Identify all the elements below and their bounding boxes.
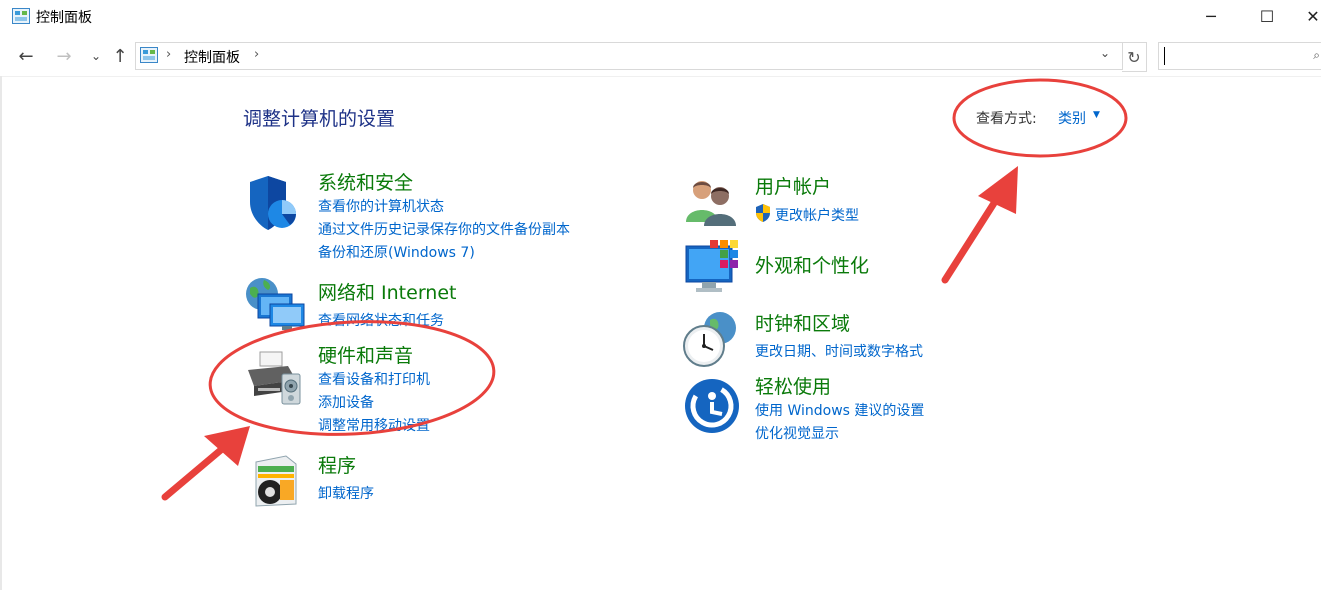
category-title-appearance-personalization[interactable]: 外观和个性化 <box>755 251 869 278</box>
annotation-arrow-hardware <box>161 426 250 501</box>
link-add-device[interactable]: 添加设备 <box>318 392 374 412</box>
link-change-date-time-format[interactable]: 更改日期、时间或数字格式 <box>755 341 923 361</box>
shield-pie-icon[interactable] <box>246 174 302 232</box>
ease-of-access-icon[interactable] <box>684 378 740 434</box>
title-bar: 控制面板 ─ ☐ ✕ <box>0 0 1321 34</box>
annotation-arrow-view-by <box>941 166 1018 284</box>
programs-disc-icon[interactable] <box>252 452 300 508</box>
breadcrumb[interactable]: 控制面板 <box>184 47 240 67</box>
network-globe-icon[interactable] <box>244 276 306 334</box>
page-title: 调整计算机的设置 <box>243 108 396 130</box>
address-bar[interactable]: › 控制面板 › ⌄ <box>135 42 1123 70</box>
uac-shield-icon <box>756 204 770 222</box>
maximize-button[interactable]: ☐ <box>1244 0 1290 32</box>
window-title: 控制面板 <box>36 10 92 26</box>
chevron-right-icon[interactable]: › <box>254 47 259 62</box>
category-title-hardware-sound[interactable]: 硬件和声音 <box>318 341 413 368</box>
category-title-user-accounts[interactable]: 用户帐户 <box>755 172 831 199</box>
monitor-palette-icon[interactable] <box>684 238 742 296</box>
link-network-status[interactable]: 查看网络状态和任务 <box>318 310 444 330</box>
search-input[interactable]: ⌕ <box>1158 42 1321 70</box>
annotation-overlay <box>161 78 1128 501</box>
category-title-programs[interactable]: 程序 <box>318 451 356 478</box>
chevron-down-icon[interactable]: ⌄ <box>1100 46 1110 60</box>
link-uninstall-program[interactable]: 卸载程序 <box>318 483 374 503</box>
clock-globe-icon[interactable] <box>682 310 740 368</box>
refresh-button[interactable]: ↻ <box>1122 42 1147 72</box>
users-icon[interactable] <box>684 176 740 226</box>
chevron-right-icon[interactable]: › <box>166 47 171 62</box>
link-devices-printers[interactable]: 查看设备和打印机 <box>318 369 430 389</box>
up-button[interactable]: ↑ <box>108 40 132 72</box>
forward-button[interactable]: → <box>52 40 76 72</box>
dropdown-arrow-icon[interactable]: ▼ <box>1093 110 1100 120</box>
back-button[interactable]: ← <box>14 40 38 72</box>
category-title-network-internet[interactable]: 网络和 Internet <box>318 278 456 305</box>
close-button[interactable]: ✕ <box>1290 0 1321 32</box>
divider <box>0 76 1321 77</box>
link-windows-suggested-settings[interactable]: 使用 Windows 建议的设置 <box>755 400 924 420</box>
category-title-ease-of-access[interactable]: 轻松使用 <box>755 372 831 399</box>
navigation-bar: ← → ⌄ ↑ › 控制面板 › ⌄ ↻ ⌕ <box>0 40 1321 72</box>
category-title-system-security[interactable]: 系统和安全 <box>318 168 413 195</box>
link-change-account-type[interactable]: 更改帐户类型 <box>775 205 859 225</box>
link-backup-restore[interactable]: 备份和还原(Windows 7) <box>318 242 475 262</box>
search-icon[interactable]: ⌕ <box>1313 48 1320 63</box>
link-view-computer-status[interactable]: 查看你的计算机状态 <box>318 196 444 216</box>
minimize-button[interactable]: ─ <box>1188 0 1234 32</box>
link-mobility-settings[interactable]: 调整常用移动设置 <box>318 415 430 435</box>
control-panel-icon <box>12 8 30 24</box>
window-border <box>0 76 2 590</box>
recent-locations-button[interactable]: ⌄ <box>84 40 108 72</box>
text-caret <box>1164 47 1165 65</box>
category-title-clock-region[interactable]: 时钟和区域 <box>755 309 850 336</box>
link-file-history-backup[interactable]: 通过文件历史记录保存你的文件备份副本 <box>318 219 570 239</box>
control-panel-icon <box>140 47 158 63</box>
view-by-dropdown[interactable]: 类别 <box>1058 108 1086 128</box>
link-optimize-visual-display[interactable]: 优化视觉显示 <box>755 423 839 443</box>
printer-speaker-icon[interactable] <box>244 350 304 406</box>
view-by-label: 查看方式: <box>976 111 1037 127</box>
